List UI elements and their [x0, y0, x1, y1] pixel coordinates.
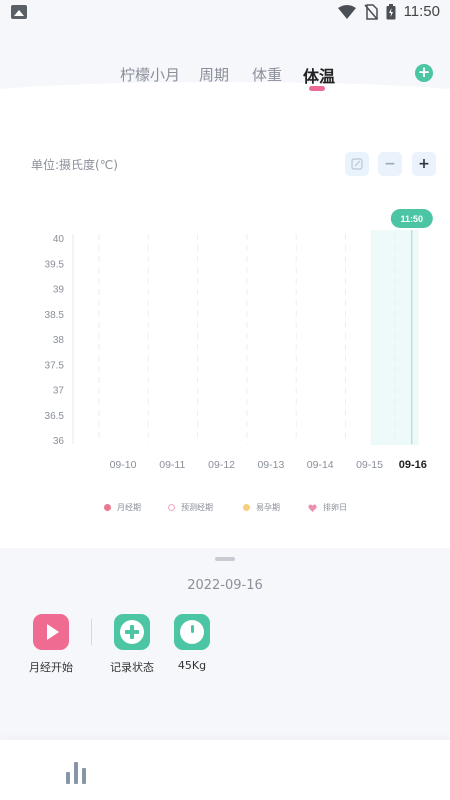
temperature-chart: 40 39.5 39 38.5 38 37.5 37 36.5 36 11:50 09-10 09-1…	[45, 209, 433, 471]
active-tab-indicator	[309, 86, 325, 91]
legend-predicted: 预测经期	[168, 502, 213, 513]
y-tick-label: 36.5	[45, 411, 65, 422]
legend-label: 排卵日	[323, 503, 347, 512]
record-status-button[interactable]: 记录状态	[102, 614, 162, 675]
edit-icon	[351, 158, 363, 170]
y-tick-label: 39.5	[45, 259, 65, 270]
legend-ovulation: 排卵日	[308, 502, 347, 513]
zoom-out-button[interactable]: −	[378, 152, 402, 176]
x-tick-label: 09-16	[399, 459, 427, 471]
legend-label: 月经期	[117, 503, 141, 512]
tab-temperature[interactable]: 体温	[303, 63, 335, 87]
record-status-label: 记录状态	[110, 661, 154, 674]
x-tick-label: 09-12	[208, 459, 235, 471]
legend-label: 易孕期	[256, 503, 280, 512]
chart-legend: 月经期 预测经期 易孕期 排卵日	[0, 502, 450, 516]
y-tick-label: 37	[53, 386, 65, 397]
drag-handle[interactable]	[215, 557, 235, 561]
status-bar: 11:50	[0, 0, 450, 26]
play-icon	[33, 614, 69, 650]
legend-label: 预测经期	[181, 503, 213, 512]
y-tick-label: 38	[53, 335, 65, 346]
no-sim-icon	[363, 3, 378, 20]
gallery-icon	[11, 5, 27, 19]
zoom-in-button[interactable]: +	[412, 152, 436, 176]
y-tick-label: 37.5	[45, 360, 65, 371]
bar-chart-icon[interactable]	[64, 762, 88, 784]
status-time: 11:50	[403, 3, 440, 20]
status-icons: 11:50	[337, 3, 440, 20]
legend-dot	[168, 504, 175, 511]
period-start-label: 月经开始	[29, 661, 73, 674]
x-tick-label: 09-13	[257, 459, 284, 471]
y-tick-label: 38.5	[45, 310, 65, 321]
weight-button[interactable]: 45Kg	[162, 614, 222, 672]
y-tick-label: 36	[53, 436, 65, 447]
y-tick-label: 39	[53, 285, 65, 296]
wifi-icon	[337, 4, 356, 19]
y-tick-label: 40	[53, 234, 65, 245]
legend-fertile: 易孕期	[243, 502, 280, 513]
tab-cycle[interactable]: 周期	[199, 64, 229, 85]
selected-date: 2022-09-16	[187, 578, 263, 593]
weight-label: 45Kg	[177, 659, 207, 672]
x-tick-label: 09-11	[159, 459, 185, 471]
add-button[interactable]: +	[415, 64, 433, 82]
scale-icon	[174, 614, 210, 650]
x-tick-label: 09-14	[307, 459, 334, 471]
x-tick-label: 09-10	[110, 459, 137, 471]
battery-icon	[386, 3, 396, 19]
tab-lemon-month[interactable]: 柠檬小月	[120, 64, 180, 85]
x-tick-label: 09-15	[356, 459, 383, 471]
current-time-label: 11:50	[401, 214, 424, 224]
tab-weight[interactable]: 体重	[252, 64, 282, 85]
edit-button[interactable]	[345, 152, 369, 176]
legend-dot	[243, 504, 250, 511]
action-divider	[91, 619, 92, 645]
plus-circle-icon	[114, 614, 150, 650]
heart-icon	[308, 504, 317, 512]
unit-label: 单位:摄氏度(℃)	[31, 158, 118, 172]
legend-menstrual: 月经期	[104, 502, 141, 513]
legend-dot	[104, 504, 111, 511]
period-start-button[interactable]: 月经开始	[21, 614, 81, 675]
